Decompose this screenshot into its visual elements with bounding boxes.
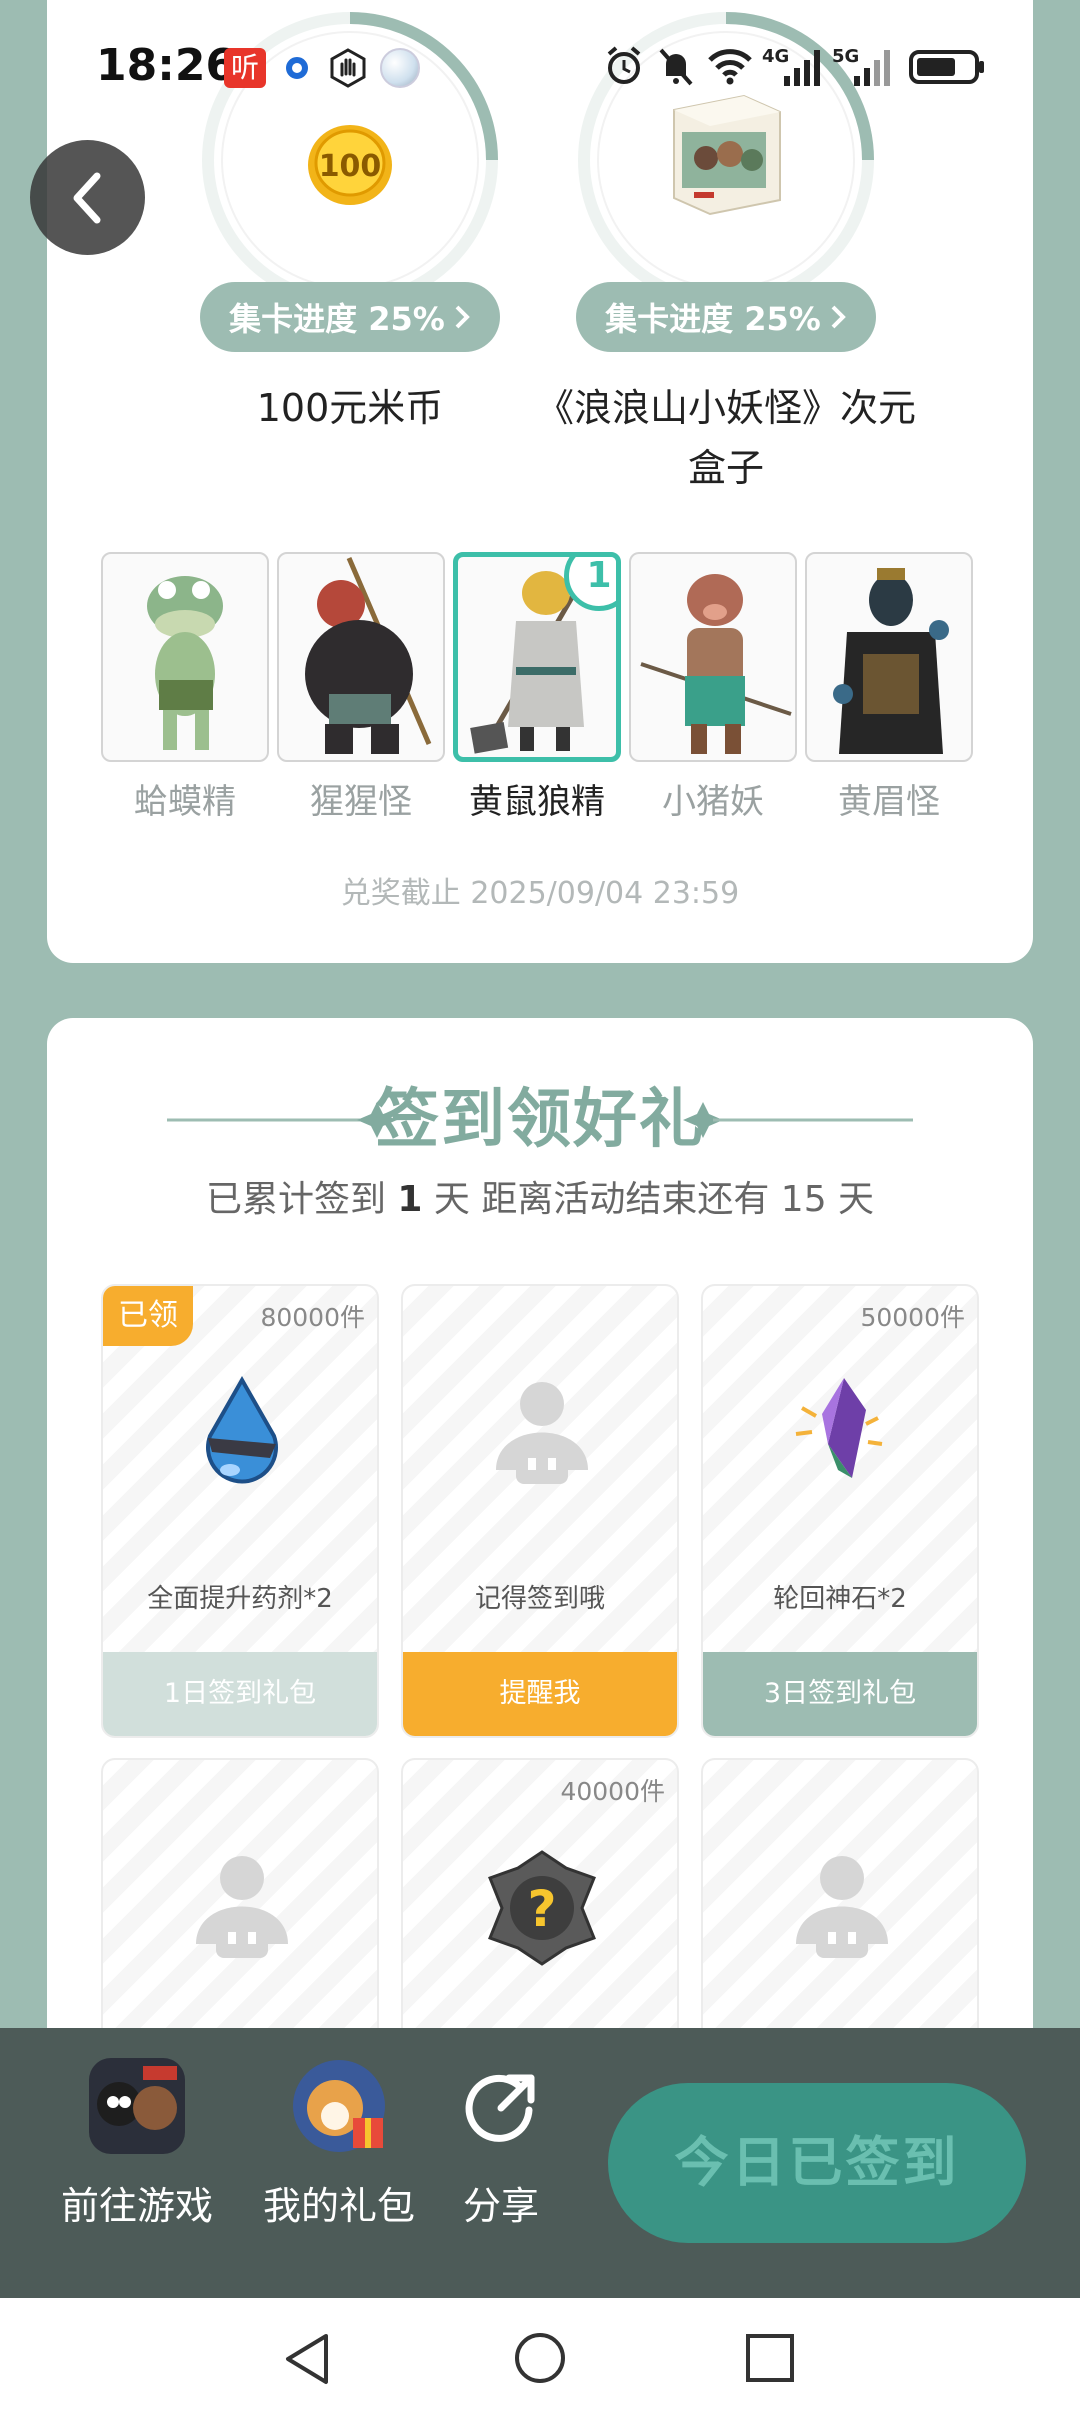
character-name: 蛤蟆精 (134, 782, 236, 822)
collect-progress-pill[interactable]: 集卡进度 25% (200, 282, 500, 352)
reward-card-day1[interactable]: 已领 80000件 全面提升药剂*2 1日签到礼包 (101, 1284, 379, 1738)
reward-quantity: 80000件 (260, 1303, 365, 1332)
share-icon (465, 2074, 535, 2142)
redeem-deadline: 兑奖截止 2025/09/04 23:59 (340, 876, 740, 911)
character-card-toad[interactable]: 蛤蟆精 (101, 552, 269, 823)
character-card-weasel[interactable]: 1 黄鼠狼精 (453, 552, 621, 823)
nav-back-icon[interactable] (282, 2332, 332, 2386)
checkin-progress-text: 已累计签到 1 天 距离活动结束还有 15 天 (47, 1170, 1033, 1222)
mute-bell-icon (659, 48, 693, 86)
chevron-right-icon (455, 305, 470, 329)
yellow-brow-demon-image (833, 568, 949, 754)
svg-text:4G: 4G (762, 46, 789, 67)
placeholder-mascot-icon (196, 1856, 288, 1958)
checkin-panel: 签到领好礼 已累计签到 1 天 距离活动结束还有 15 天 已领 80000件 … (47, 1018, 1033, 2118)
card-collection-panel: 100 集卡进度 25% 100元米币 集卡进度 25% 《浪浪山小妖怪》次元盒… (47, 0, 1033, 963)
checkin-title-row: 签到领好礼 (47, 1070, 1033, 1170)
checkin-title: 签到领好礼 (375, 1083, 705, 1157)
go-to-game-button[interactable]: 前往游戏 (52, 2058, 222, 2230)
character-card-list: 蛤蟆精 猩猩怪 1 黄鼠狼精 小猪妖 黄眉怪 (101, 552, 981, 822)
ting-app-icon: 听 (224, 48, 266, 88)
wifi-icon (708, 49, 752, 85)
svg-text:5G: 5G (832, 46, 859, 67)
reward-name: 全面提升药剂*2 (147, 1584, 333, 1614)
circle-app-icon (286, 57, 308, 79)
reward-quantity: 40000件 (560, 1777, 665, 1806)
collect-progress-pill[interactable]: 集卡进度 25% (576, 282, 876, 352)
reward-name: 记得签到哦 (474, 1584, 605, 1614)
crystal-stone-icon (795, 1378, 883, 1478)
potion-icon (206, 1375, 278, 1484)
share-button[interactable]: 分享 (446, 2058, 556, 2230)
pig-demon-image (640, 574, 792, 754)
chevron-left-icon (73, 172, 100, 223)
prize-name: 100元米币 (256, 386, 444, 430)
svg-text:?: ? (527, 1880, 556, 1938)
reward-card-remind[interactable]: 记得签到哦 提醒我 (401, 1284, 679, 1738)
status-bar: 18:26 听 4G 5G (0, 0, 1080, 130)
my-gifts-label: 我的礼包 (262, 2184, 415, 2228)
reward-day-button[interactable]: 1日签到礼包 (103, 1652, 377, 1736)
back-button[interactable] (30, 140, 145, 255)
character-name: 黄眉怪 (838, 782, 940, 822)
gorilla-image (305, 557, 432, 754)
mystery-box-icon: ? (488, 1850, 596, 1966)
placeholder-mascot-icon (796, 1856, 888, 1958)
reward-card-day3[interactable]: 50000件 轮回神石*2 3日签到礼包 (701, 1284, 979, 1738)
signed-today-button[interactable]: 今日已签到 (608, 2083, 1026, 2243)
nav-home-icon[interactable] (512, 2330, 568, 2386)
placeholder-mascot-icon (496, 1382, 588, 1484)
prize-name: 《浪浪山小妖怪》次元盒子 (536, 386, 917, 490)
bottom-action-bar: 前往游戏 我的礼包 分享 今日已签到 (0, 2028, 1080, 2298)
gift-avatar-icon (293, 2060, 385, 2152)
remind-me-button[interactable]: 提醒我 (403, 1652, 677, 1736)
system-navigation-bar (0, 2298, 1080, 2412)
reward-day-button[interactable]: 3日签到礼包 (703, 1652, 977, 1736)
battery-icon (909, 50, 984, 84)
chevron-right-icon (831, 305, 846, 329)
character-card-yellowbrow[interactable]: 黄眉怪 (805, 552, 973, 823)
character-name: 猩猩怪 (310, 782, 412, 822)
checkin-days: 1 (397, 1179, 423, 1220)
character-card-piglet[interactable]: 小猪妖 (629, 552, 797, 823)
game-app-icon (89, 2058, 185, 2154)
hand-hex-icon (330, 48, 366, 88)
status-time: 18:26 (96, 40, 237, 91)
character-name: 小猪妖 (662, 782, 764, 822)
share-label: 分享 (462, 2184, 539, 2228)
go-to-game-label: 前往游戏 (60, 2184, 213, 2228)
claimed-tag: 已领 (103, 1286, 193, 1346)
progress-label: 集卡进度 25% (605, 300, 821, 338)
character-card-gorilla[interactable]: 猩猩怪 (277, 552, 445, 823)
mi-coin-icon: 100 (308, 125, 392, 205)
alarm-icon (607, 46, 641, 84)
svg-text:100: 100 (319, 149, 382, 184)
progress-label: 集卡进度 25% (229, 300, 445, 338)
signal-5g-icon: 5G (832, 46, 890, 86)
signal-4g-icon: 4G (762, 46, 820, 86)
reward-name: 轮回神石*2 (773, 1584, 907, 1614)
checkin-info-prefix: 已累计签到 (205, 1179, 386, 1220)
checkin-info-suffix: 天 距离活动结束还有 15 天 (433, 1179, 875, 1220)
reward-quantity: 50000件 (860, 1303, 965, 1332)
my-gifts-button[interactable]: 我的礼包 (254, 2058, 424, 2230)
character-name: 黄鼠狼精 (469, 782, 605, 822)
toad-image (147, 576, 223, 750)
bubble-app-icon (380, 48, 420, 88)
nav-recents-icon[interactable] (744, 2332, 796, 2384)
